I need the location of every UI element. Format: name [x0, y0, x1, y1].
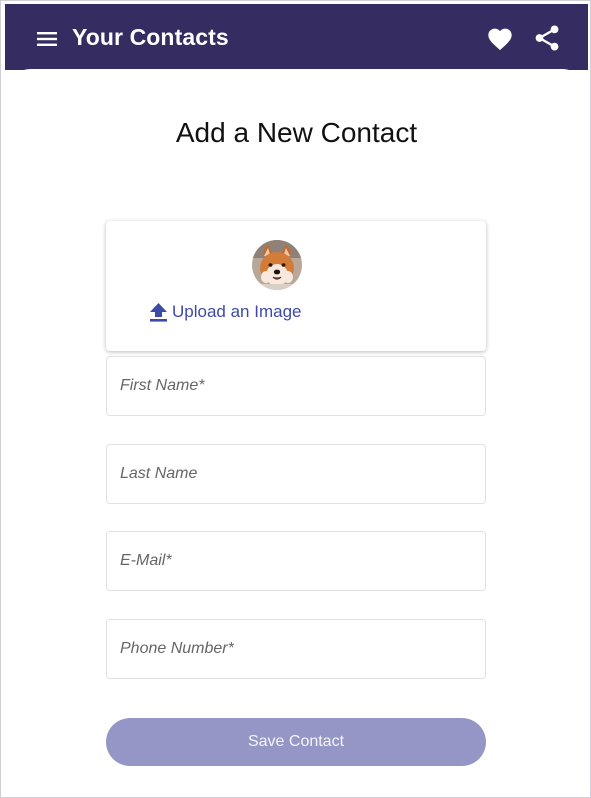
app-bar: Your Contacts — [5, 4, 588, 70]
app-title: Your Contacts — [72, 24, 229, 50]
form-container: Add a New Contact Upload an Image First … — [5, 69, 588, 797]
app-window: Your Contacts Add a New Contact Upload a… — [0, 0, 591, 798]
first-name-input[interactable] — [107, 357, 485, 415]
last-name-field[interactable] — [106, 444, 486, 504]
save-contact-button[interactable]: Save Contact — [106, 718, 486, 766]
share-icon[interactable] — [534, 24, 560, 52]
phone-input[interactable] — [107, 620, 485, 678]
upload-label: Upload an Image — [172, 302, 302, 321]
menu-icon[interactable] — [35, 27, 59, 51]
upload-image-button[interactable]: Upload an Image — [149, 301, 301, 323]
email-input[interactable] — [107, 532, 485, 590]
email-field[interactable] — [106, 531, 486, 591]
last-name-input[interactable] — [107, 445, 485, 503]
upload-icon — [150, 303, 167, 322]
heart-icon[interactable] — [486, 25, 514, 51]
first-name-field[interactable] — [106, 356, 486, 416]
page-title: Add a New Contact — [175, 117, 418, 148]
dog-avatar — [252, 240, 302, 290]
image-upload-card: Upload an Image — [106, 221, 486, 351]
phone-field[interactable] — [106, 619, 486, 679]
